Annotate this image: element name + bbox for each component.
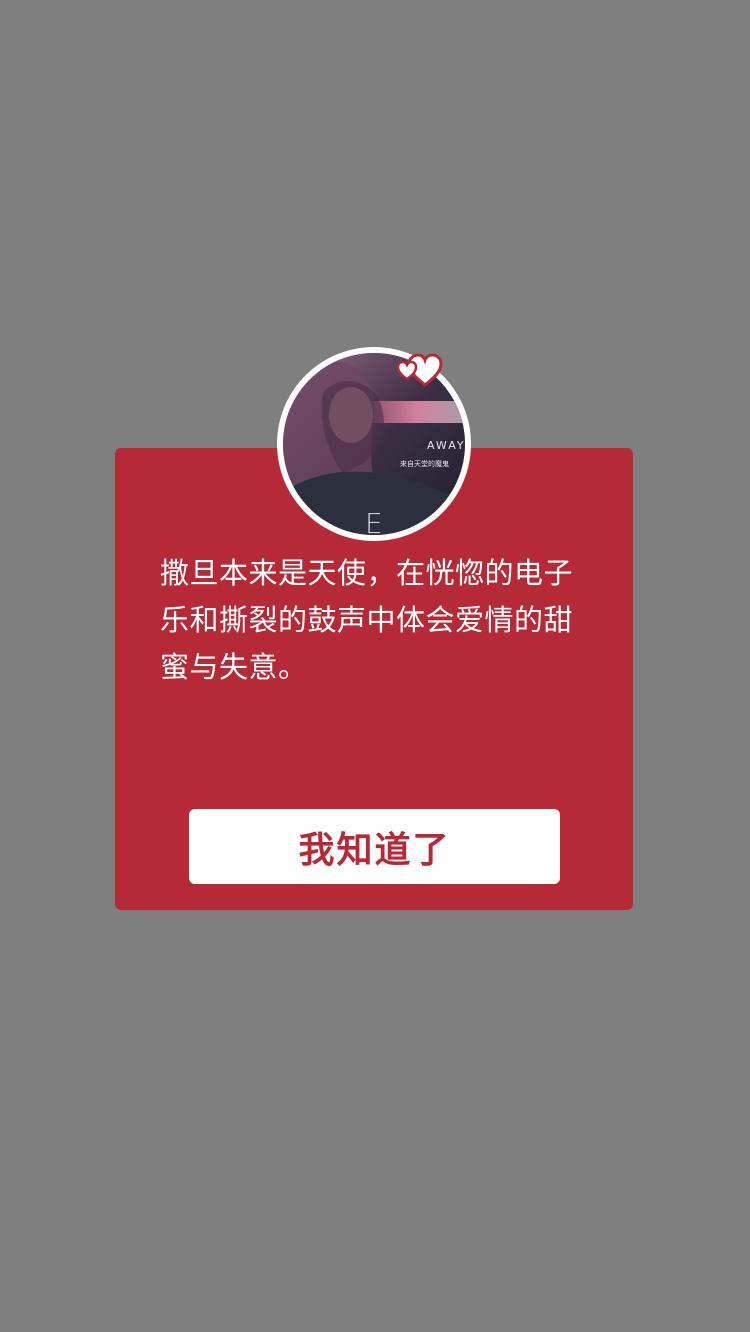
cover-subtitle: 来自天堂的魔鬼	[400, 459, 449, 468]
got-it-button[interactable]: 我知道了	[189, 809, 560, 884]
cover-letter: E	[365, 507, 383, 535]
hearts-icon	[395, 349, 455, 389]
cover-title: AWAY	[427, 439, 465, 452]
intro-message: 撒旦本来是天使，在恍惚的电子乐和撕裂的鼓声中体会爱情的甜蜜与失意。	[160, 556, 574, 684]
